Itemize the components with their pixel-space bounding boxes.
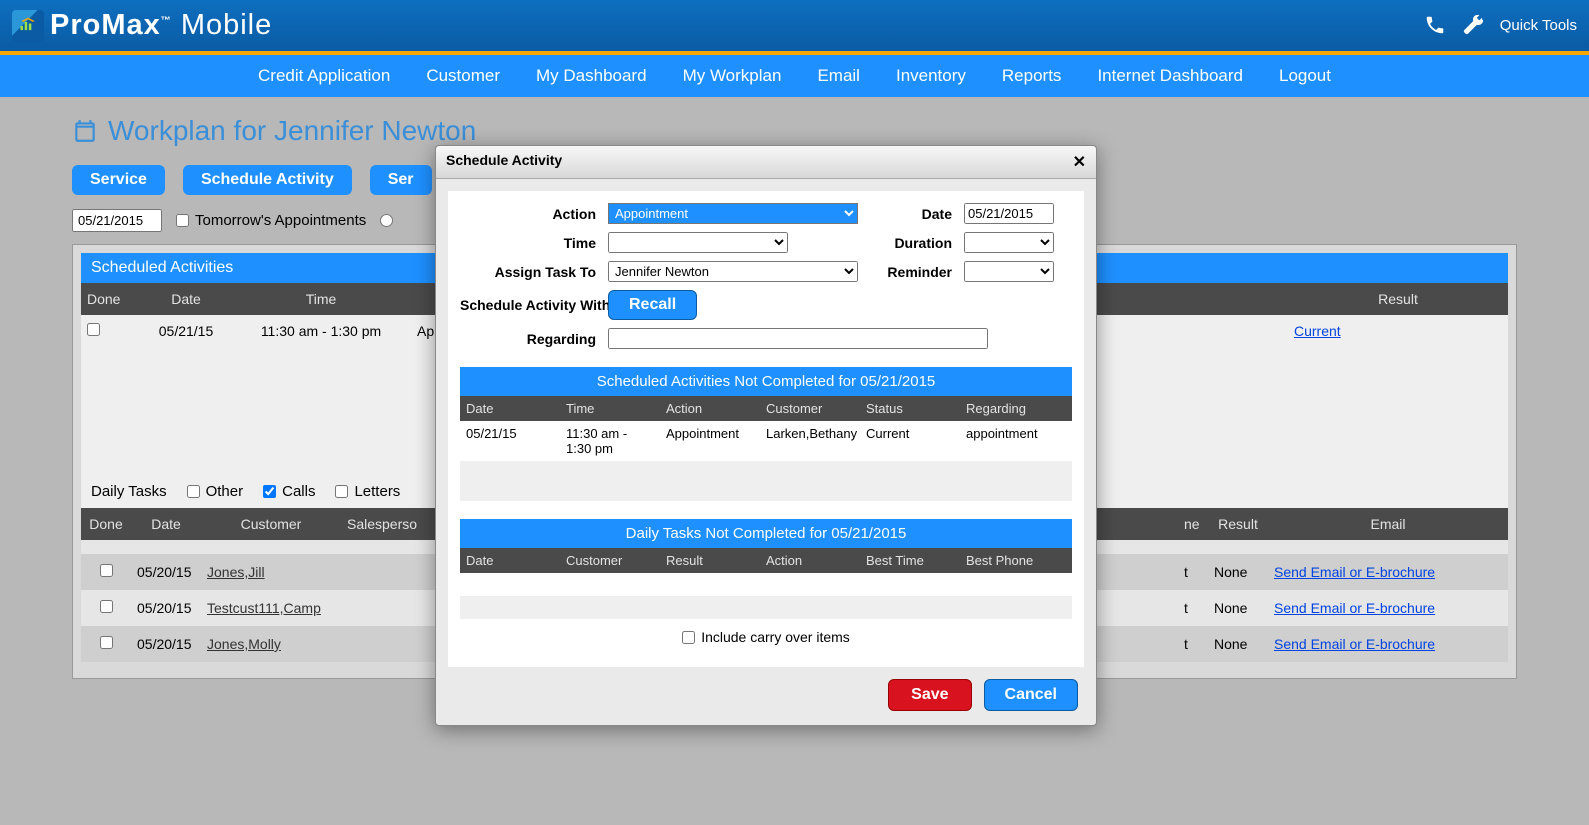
customer-link[interactable]: Jones,Molly xyxy=(207,636,281,652)
nav-reports[interactable]: Reports xyxy=(1002,66,1062,86)
close-icon[interactable]: ✕ xyxy=(1073,152,1086,172)
nav-logout[interactable]: Logout xyxy=(1279,66,1331,86)
wrench-icon[interactable] xyxy=(1462,14,1484,36)
row-done-checkbox[interactable] xyxy=(100,564,113,577)
nav-credit-application[interactable]: Credit Application xyxy=(258,66,390,86)
recall-button[interactable]: Recall xyxy=(608,290,697,320)
action-select[interactable]: Appointment xyxy=(608,203,858,224)
calls-checkbox[interactable] xyxy=(263,485,276,498)
row-done-checkbox[interactable] xyxy=(87,323,100,336)
nav-my-dashboard[interactable]: My Dashboard xyxy=(536,66,647,86)
time-select[interactable] xyxy=(608,232,788,253)
row-done-checkbox[interactable] xyxy=(100,600,113,613)
regarding-input[interactable] xyxy=(608,328,988,349)
chart-arrow-icon xyxy=(18,16,38,36)
tomorrow-checkbox[interactable] xyxy=(176,214,189,227)
schedule-activity-button[interactable]: Schedule Activity xyxy=(183,165,352,195)
page-title: Workplan for Jennifer Newton xyxy=(72,115,1517,147)
top-bar: ProMax™ Mobile Quick Tools xyxy=(0,0,1589,55)
reminder-select[interactable] xyxy=(964,261,1054,282)
other-checkbox[interactable] xyxy=(187,485,200,498)
brand-logo: ProMax™ Mobile xyxy=(12,9,272,42)
daily-not-completed-header: Daily Tasks Not Completed for 05/21/2015 xyxy=(460,519,1072,548)
logo-cube-icon xyxy=(12,10,44,42)
nav-customer[interactable]: Customer xyxy=(426,66,500,86)
email-link[interactable]: Send Email or E-brochure xyxy=(1274,636,1435,652)
quick-tools-link[interactable]: Quick Tools xyxy=(1500,17,1577,34)
duration-select[interactable] xyxy=(964,232,1054,253)
nav-inventory[interactable]: Inventory xyxy=(896,66,966,86)
nav-internet-dashboard[interactable]: Internet Dashboard xyxy=(1097,66,1243,86)
modal-scheduled-row[interactable]: 05/21/15 11:30 am - 1:30 pm Appointment … xyxy=(460,421,1072,461)
email-link[interactable]: Send Email or E-brochure xyxy=(1274,564,1435,580)
service-button[interactable]: Service xyxy=(72,165,165,195)
filter-radio[interactable] xyxy=(380,214,393,227)
save-button[interactable]: Save xyxy=(888,679,971,711)
nav-email[interactable]: Email xyxy=(817,66,860,86)
customer-link[interactable]: Jones,Jill xyxy=(207,564,265,580)
brand-text: ProMax™ Mobile xyxy=(50,9,272,42)
date-input[interactable] xyxy=(964,203,1054,224)
calendar-icon xyxy=(72,118,98,144)
phone-icon[interactable] xyxy=(1424,14,1446,36)
result-link[interactable]: Current xyxy=(1294,323,1341,339)
carry-over-checkbox[interactable] xyxy=(682,631,695,644)
customer-link[interactable]: Testcust111,Camp xyxy=(207,600,321,616)
row-done-checkbox[interactable] xyxy=(100,636,113,649)
scheduled-not-completed-header: Scheduled Activities Not Completed for 0… xyxy=(460,367,1072,396)
schedule-activity-modal: Schedule Activity ✕ Action Appointment D… xyxy=(435,145,1097,726)
email-link[interactable]: Send Email or E-brochure xyxy=(1274,600,1435,616)
nav-my-workplan[interactable]: My Workplan xyxy=(683,66,782,86)
filter-date-input[interactable] xyxy=(72,209,162,232)
letters-checkbox[interactable] xyxy=(335,485,348,498)
ser-button[interactable]: Ser xyxy=(370,165,432,195)
tomorrow-label: Tomorrow's Appointments xyxy=(195,212,366,229)
modal-title: Schedule Activity xyxy=(446,152,562,172)
cancel-button[interactable]: Cancel xyxy=(984,679,1078,711)
main-nav: Credit Application Customer My Dashboard… xyxy=(0,55,1589,97)
assign-select[interactable]: Jennifer Newton xyxy=(608,261,858,282)
